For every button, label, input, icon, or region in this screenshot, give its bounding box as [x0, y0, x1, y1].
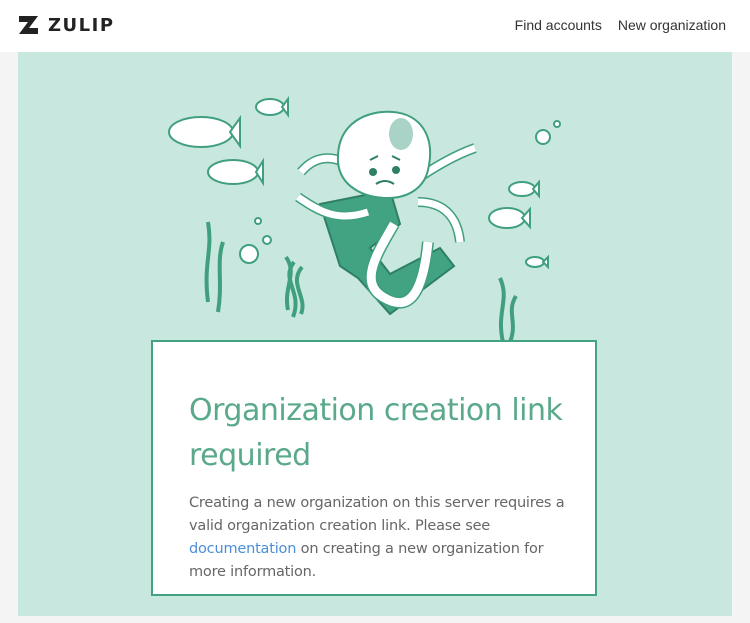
- zulip-logo-icon: [19, 16, 38, 34]
- error-card: Organization creation link required Crea…: [151, 340, 597, 596]
- find-accounts-link[interactable]: Find accounts: [515, 17, 602, 33]
- new-organization-link[interactable]: New organization: [618, 17, 726, 33]
- hero-area: Organization creation link required Crea…: [18, 52, 732, 616]
- documentation-link[interactable]: documentation: [189, 541, 296, 557]
- fish-icon: [508, 179, 540, 199]
- top-header: ZULIP Find accounts New organization: [0, 0, 750, 52]
- fish-icon: [488, 206, 531, 230]
- fish-icon: [207, 157, 264, 187]
- logo-text: ZULIP: [48, 14, 115, 36]
- fish-icon: [255, 96, 289, 118]
- fish-icon: [525, 254, 549, 270]
- zulip-logo[interactable]: ZULIP: [18, 13, 115, 37]
- card-title: Organization creation link required: [189, 393, 563, 473]
- card-body: Creating a new organization on this serv…: [189, 492, 569, 584]
- card-body-text-1: Creating a new organization on this serv…: [189, 495, 565, 534]
- octopus-illustration: [168, 96, 561, 343]
- top-nav: Find accounts New organization: [515, 17, 726, 33]
- fish-icon: [168, 114, 241, 150]
